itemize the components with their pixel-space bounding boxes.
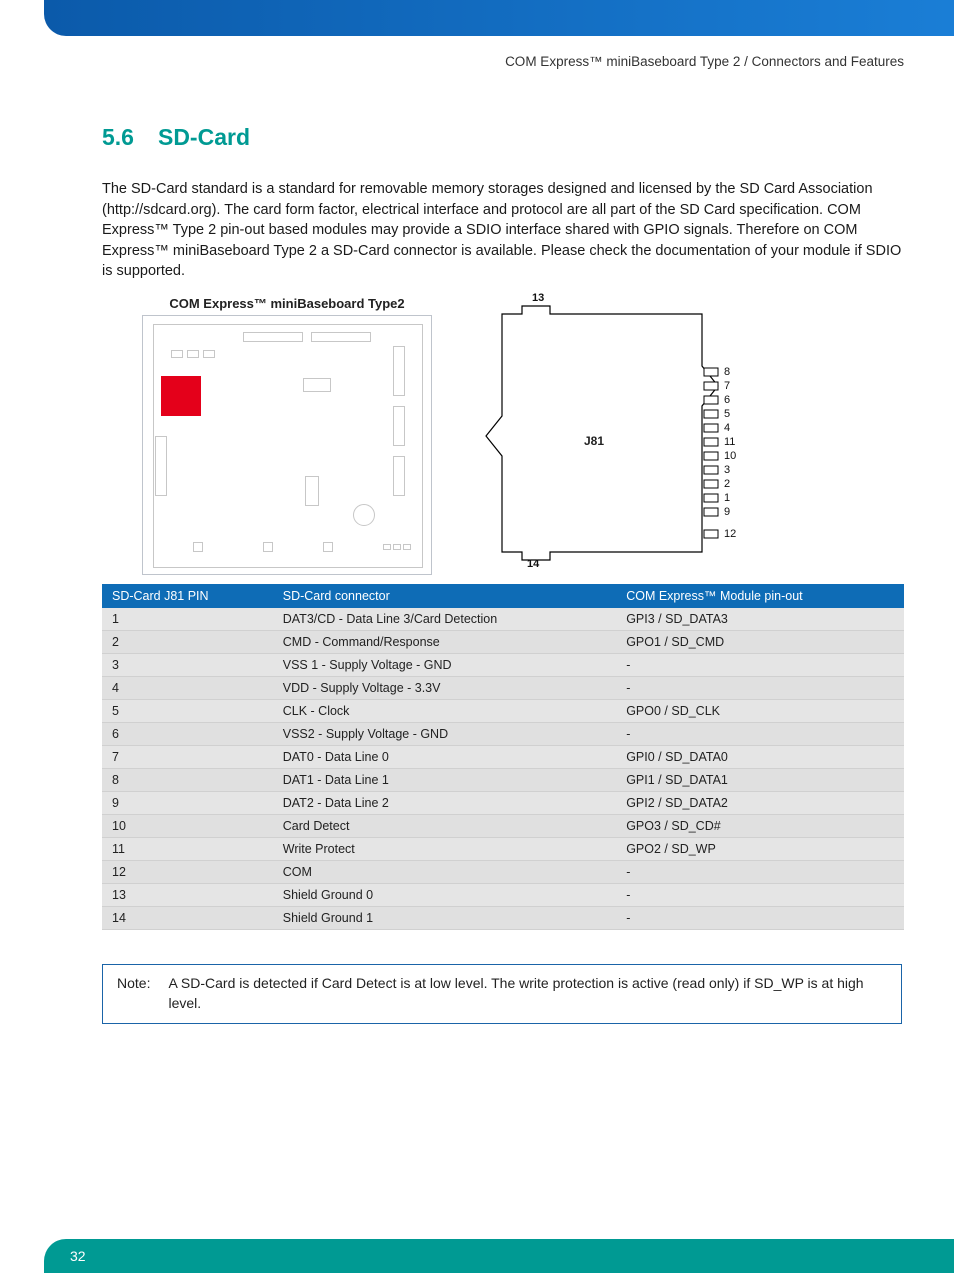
section-number: 5.6 (102, 124, 134, 150)
pin-label: 7 (724, 380, 730, 392)
board-figure-title: COM Express™ miniBaseboard Type2 (142, 296, 432, 311)
table-cell: 8 (102, 768, 273, 791)
table-cell: CLK - Clock (273, 699, 616, 722)
pin-label: 9 (724, 506, 730, 518)
table-row: 13Shield Ground 0- (102, 883, 904, 906)
table-cell: GPO2 / SD_WP (616, 837, 904, 860)
pin-label: 3 (724, 464, 730, 476)
table-cell: 9 (102, 791, 273, 814)
pin-label: 2 (724, 478, 730, 490)
table-row: 14Shield Ground 1- (102, 906, 904, 929)
table-cell: 4 (102, 676, 273, 699)
table-cell: Shield Ground 0 (273, 883, 616, 906)
table-cell: 11 (102, 837, 273, 860)
table-cell: - (616, 722, 904, 745)
table-cell: Write Protect (273, 837, 616, 860)
pin-label: 12 (724, 528, 736, 540)
table-row: 8DAT1 - Data Line 1GPI1 / SD_DATA1 (102, 768, 904, 791)
pin-label: 6 (724, 394, 730, 406)
note-box: Note: A SD-Card is detected if Card Dete… (102, 964, 902, 1025)
table-cell: GPO0 / SD_CLK (616, 699, 904, 722)
table-cell: DAT2 - Data Line 2 (273, 791, 616, 814)
table-cell: GPO1 / SD_CMD (616, 630, 904, 653)
top-pin-label: 13 (532, 292, 544, 304)
top-header-bar (44, 0, 954, 36)
table-cell: 2 (102, 630, 273, 653)
table-cell: 10 (102, 814, 273, 837)
table-cell: VSS 1 - Supply Voltage - GND (273, 653, 616, 676)
table-header: COM Express™ Module pin-out (616, 584, 904, 608)
bottom-pin-label: 14 (527, 558, 539, 570)
table-cell: DAT1 - Data Line 1 (273, 768, 616, 791)
table-cell: GPO3 / SD_CD# (616, 814, 904, 837)
table-cell: GPI1 / SD_DATA1 (616, 768, 904, 791)
pin-label: 5 (724, 408, 730, 420)
table-cell: 13 (102, 883, 273, 906)
table-cell: - (616, 860, 904, 883)
pin-table: SD-Card J81 PIN SD-Card connector COM Ex… (102, 584, 904, 930)
table-cell: DAT0 - Data Line 0 (273, 745, 616, 768)
table-row: 2CMD - Command/ResponseGPO1 / SD_CMD (102, 630, 904, 653)
table-cell: 6 (102, 722, 273, 745)
figure-row: COM Express™ miniBaseboard Type2 (142, 296, 904, 576)
table-row: 6VSS2 - Supply Voltage - GND- (102, 722, 904, 745)
table-cell: - (616, 653, 904, 676)
pin-label: 8 (724, 366, 730, 378)
note-text: A SD-Card is detected if Card Detect is … (168, 973, 887, 1014)
connector-figure: 13 14 J81 876541110321912 (472, 296, 762, 576)
table-cell: COM (273, 860, 616, 883)
footer-bar: 32 (44, 1239, 954, 1273)
table-cell: 12 (102, 860, 273, 883)
table-cell: VSS2 - Supply Voltage - GND (273, 722, 616, 745)
pin-label: 1 (724, 492, 730, 504)
table-cell: CMD - Command/Response (273, 630, 616, 653)
note-label: Note: (117, 973, 150, 1014)
board-figure: COM Express™ miniBaseboard Type2 (142, 296, 432, 576)
table-cell: - (616, 883, 904, 906)
table-row: 4VDD - Supply Voltage - 3.3V- (102, 676, 904, 699)
table-row: 7DAT0 - Data Line 0GPI0 / SD_DATA0 (102, 745, 904, 768)
table-header: SD-Card connector (273, 584, 616, 608)
section-title: SD-Card (158, 124, 250, 150)
pin-label: 4 (724, 422, 730, 434)
table-cell: GPI0 / SD_DATA0 (616, 745, 904, 768)
table-row: 3VSS 1 - Supply Voltage - GND- (102, 653, 904, 676)
connector-svg (472, 296, 762, 576)
pin-label: 10 (724, 450, 736, 462)
table-row: 12COM- (102, 860, 904, 883)
table-header: SD-Card J81 PIN (102, 584, 273, 608)
table-row: 10Card DetectGPO3 / SD_CD# (102, 814, 904, 837)
section-body: The SD-Card standard is a standard for r… (102, 179, 904, 282)
table-cell: 5 (102, 699, 273, 722)
table-cell: DAT3/CD - Data Line 3/Card Detection (273, 608, 616, 631)
table-cell: Shield Ground 1 (273, 906, 616, 929)
table-cell: VDD - Supply Voltage - 3.3V (273, 676, 616, 699)
table-cell: Card Detect (273, 814, 616, 837)
table-cell: 1 (102, 608, 273, 631)
table-row: 1DAT3/CD - Data Line 3/Card DetectionGPI… (102, 608, 904, 631)
table-row: 9DAT2 - Data Line 2GPI2 / SD_DATA2 (102, 791, 904, 814)
table-cell: - (616, 676, 904, 699)
board-outline (142, 315, 432, 575)
table-cell: 3 (102, 653, 273, 676)
table-cell: 7 (102, 745, 273, 768)
connector-ref-label: J81 (584, 434, 604, 448)
table-header-row: SD-Card J81 PIN SD-Card connector COM Ex… (102, 584, 904, 608)
table-cell: 14 (102, 906, 273, 929)
table-row: 11Write ProtectGPO2 / SD_WP (102, 837, 904, 860)
table-row: 5CLK - ClockGPO0 / SD_CLK (102, 699, 904, 722)
breadcrumb: COM Express™ miniBaseboard Type 2 / Conn… (0, 36, 954, 69)
page-number: 32 (70, 1248, 86, 1264)
section-heading: 5.6 SD-Card (102, 124, 904, 151)
pin-label: 11 (724, 436, 735, 448)
table-cell: GPI3 / SD_DATA3 (616, 608, 904, 631)
table-cell: - (616, 906, 904, 929)
table-cell: GPI2 / SD_DATA2 (616, 791, 904, 814)
